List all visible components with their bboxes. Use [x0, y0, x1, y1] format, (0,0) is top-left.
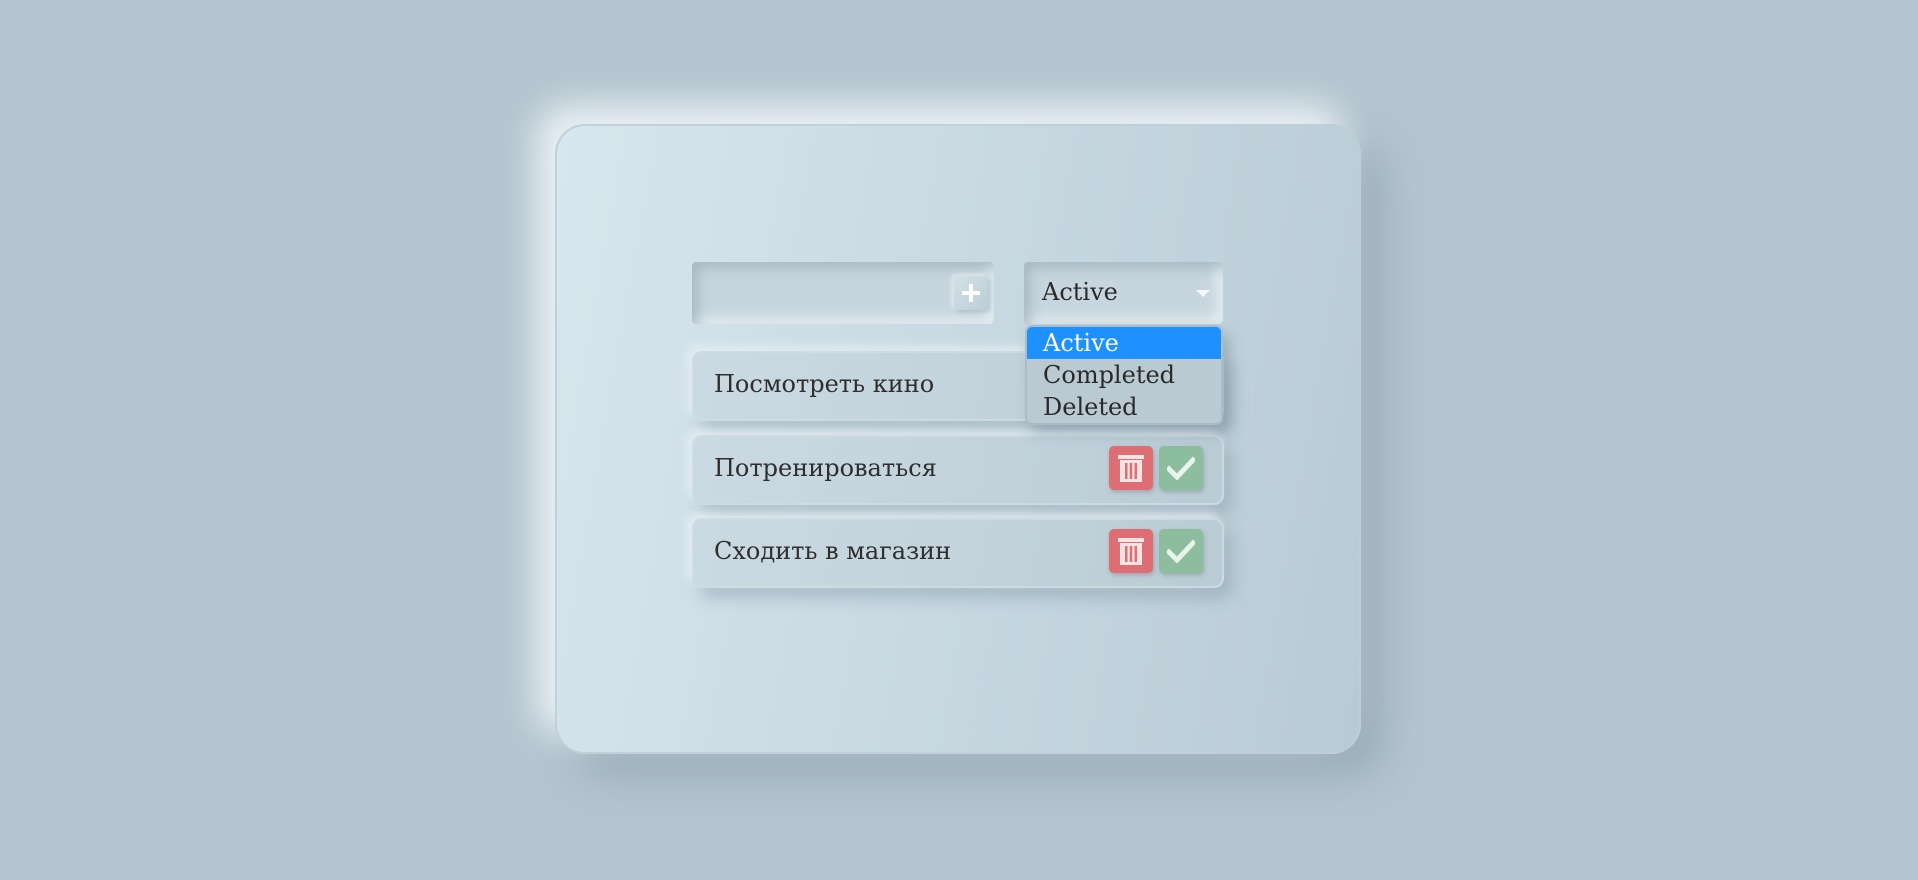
filter-option-deleted[interactable]: Deleted: [1027, 391, 1221, 423]
task-item: Сходить в магазин: [692, 518, 1224, 588]
trash-icon: [1118, 455, 1144, 482]
task-label: Сходить в магазин: [714, 537, 952, 565]
complete-task-button[interactable]: [1159, 446, 1203, 490]
delete-task-button[interactable]: [1109, 446, 1153, 490]
filter-option-active[interactable]: Active: [1027, 327, 1221, 359]
delete-task-button[interactable]: [1109, 529, 1153, 573]
complete-task-button[interactable]: [1159, 529, 1203, 573]
add-task-field: [692, 262, 994, 326]
filter-dropdown-list: Active Completed Deleted: [1025, 325, 1223, 425]
check-icon: [1167, 539, 1195, 563]
task-label: Потренироваться: [714, 454, 937, 482]
task-label: Посмотреть кино: [714, 370, 935, 398]
filter-selected-value: Active: [1042, 278, 1118, 306]
check-icon: [1167, 456, 1195, 480]
task-item: Потренироваться: [692, 435, 1224, 505]
plus-icon: [962, 284, 980, 302]
new-task-input[interactable]: [698, 262, 942, 326]
filter-option-completed[interactable]: Completed: [1027, 359, 1221, 391]
add-task-button[interactable]: [954, 276, 988, 310]
filter-select[interactable]: Active: [1024, 262, 1223, 324]
trash-icon: [1118, 538, 1144, 565]
caret-down-icon: [1196, 290, 1210, 297]
